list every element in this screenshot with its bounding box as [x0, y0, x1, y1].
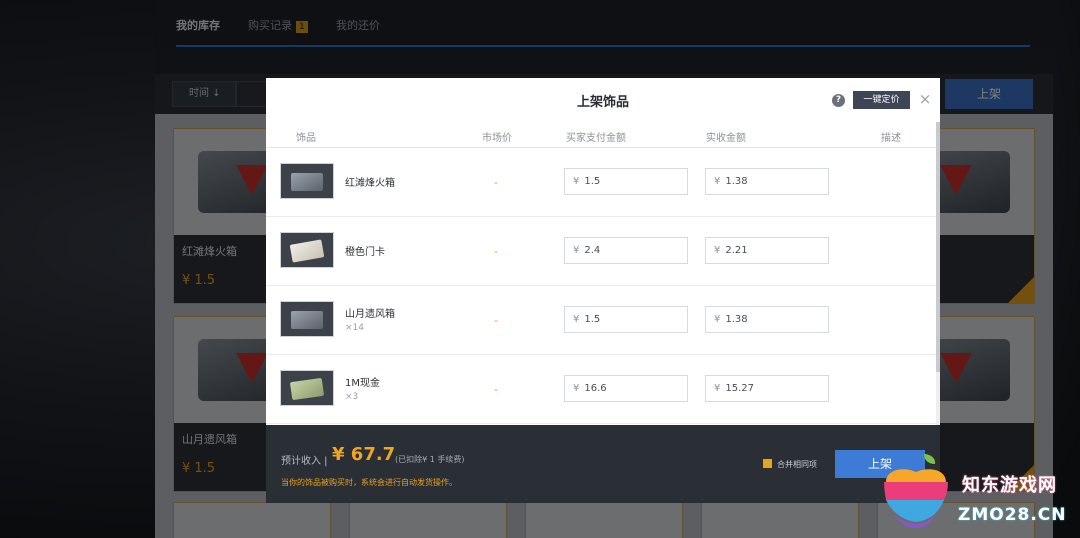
help-icon[interactable]: ? — [832, 94, 845, 107]
buyer-pays-input[interactable]: ¥2.4 — [564, 237, 688, 264]
receive-amount-value: 2.21 — [725, 245, 748, 256]
estimated-income-label: 预计收入 | — [281, 456, 328, 467]
market-price: - — [494, 383, 498, 396]
item-name: 1M现金 — [345, 378, 380, 389]
table-row: 山月遗风箱 ×14 - ¥1.5 ¥1.38 — [266, 286, 938, 355]
buyer-pays-input[interactable]: ¥1.5 — [564, 168, 688, 195]
buyer-pays-value: 1.5 — [584, 176, 601, 187]
watermark-logo — [884, 454, 948, 528]
buyer-pays-value: 16.6 — [584, 383, 607, 394]
market-price: - — [494, 176, 498, 189]
fee-note: (已扣除¥ 1 手续费) — [395, 455, 465, 464]
item-thumbnail — [280, 301, 334, 337]
buyer-pays-value: 1.5 — [584, 314, 601, 325]
receive-amount-value: 1.38 — [725, 314, 748, 325]
item-thumbnail — [280, 370, 334, 406]
currency-symbol: ¥ — [573, 245, 580, 256]
currency-symbol: ¥ — [573, 176, 580, 187]
currency-symbol: ¥ — [573, 383, 580, 394]
currency-symbol: ¥ — [573, 314, 580, 325]
keycard-icon — [289, 239, 325, 263]
buyer-pays-input[interactable]: ¥1.5 — [564, 306, 688, 333]
item-thumbnail — [280, 232, 334, 268]
buyer-pays-value: 2.4 — [584, 245, 601, 256]
currency-symbol: ¥ — [714, 314, 721, 325]
crate-icon — [291, 311, 323, 329]
column-header-buyer-pays: 买家支付金额 — [566, 133, 626, 144]
receive-amount-input[interactable]: ¥1.38 — [705, 306, 829, 333]
currency-symbol: ¥ — [714, 245, 721, 256]
scrollbar-thumb[interactable] — [936, 122, 940, 372]
table-header: 饰品 市场价 买家支付金额 实收金额 描述 — [266, 122, 940, 148]
auto-price-button[interactable]: 一键定价 — [853, 91, 910, 109]
items-table: 红滩烽火箱 - ¥1.5 ¥1.38 橙色门卡 - ¥2.4 ¥2.21 山月遗… — [266, 148, 938, 425]
receive-amount-input[interactable]: ¥2.21 — [705, 237, 829, 264]
column-header-market-price: 市场价 — [482, 133, 512, 144]
item-quantity: ×3 — [345, 392, 359, 402]
market-price: - — [494, 245, 498, 258]
column-header-description: 描述 — [881, 133, 901, 144]
market-price: - — [494, 314, 498, 327]
receive-amount-input[interactable]: ¥15.27 — [705, 375, 829, 402]
watermark-text-en: ZMO28.CN — [958, 505, 1067, 525]
item-name: 橙色门卡 — [345, 247, 385, 258]
table-row: 红滩烽火箱 - ¥1.5 ¥1.38 — [266, 148, 938, 217]
column-header-you-receive: 实收金额 — [706, 133, 746, 144]
merge-same-items-label[interactable]: 合并相同项 — [777, 459, 817, 470]
cash-icon — [289, 377, 325, 401]
table-row: 1M现金 ×3 - ¥16.6 ¥15.27 — [266, 355, 938, 424]
receive-amount-value: 15.27 — [725, 383, 755, 394]
item-name: 红滩烽火箱 — [345, 178, 395, 189]
receive-amount-value: 1.38 — [725, 176, 748, 187]
merge-same-items-checkbox[interactable] — [763, 459, 772, 468]
list-items-modal: 上架饰品 ? 一键定价 × 饰品 市场价 买家支付金额 实收金额 描述 红滩烽火… — [266, 78, 940, 503]
crate-icon — [291, 173, 323, 191]
currency-symbol: ¥ — [714, 176, 721, 187]
watermark-text-cn: 知东游戏网 — [962, 475, 1057, 496]
close-icon[interactable]: × — [917, 90, 933, 108]
modal-footer: 预计收入 | ¥ 67.7 (已扣除¥ 1 手续费) 当你的饰品被购买时，系统会… — [266, 425, 940, 503]
item-quantity: ×14 — [345, 323, 364, 333]
item-thumbnail — [280, 163, 334, 199]
buyer-pays-input[interactable]: ¥16.6 — [564, 375, 688, 402]
receive-amount-input[interactable]: ¥1.38 — [705, 168, 829, 195]
currency-symbol: ¥ — [714, 383, 721, 394]
estimated-income-amount: ¥ 67.7 — [332, 444, 396, 465]
table-row: 橙色门卡 - ¥2.4 ¥2.21 — [266, 217, 938, 286]
column-header-item: 饰品 — [296, 133, 316, 144]
item-name: 山月遗风箱 — [345, 309, 395, 320]
auto-delivery-note: 当你的饰品被购买时，系统会进行自动发货操作。 — [281, 478, 457, 487]
table-scrollbar[interactable] — [936, 122, 940, 425]
